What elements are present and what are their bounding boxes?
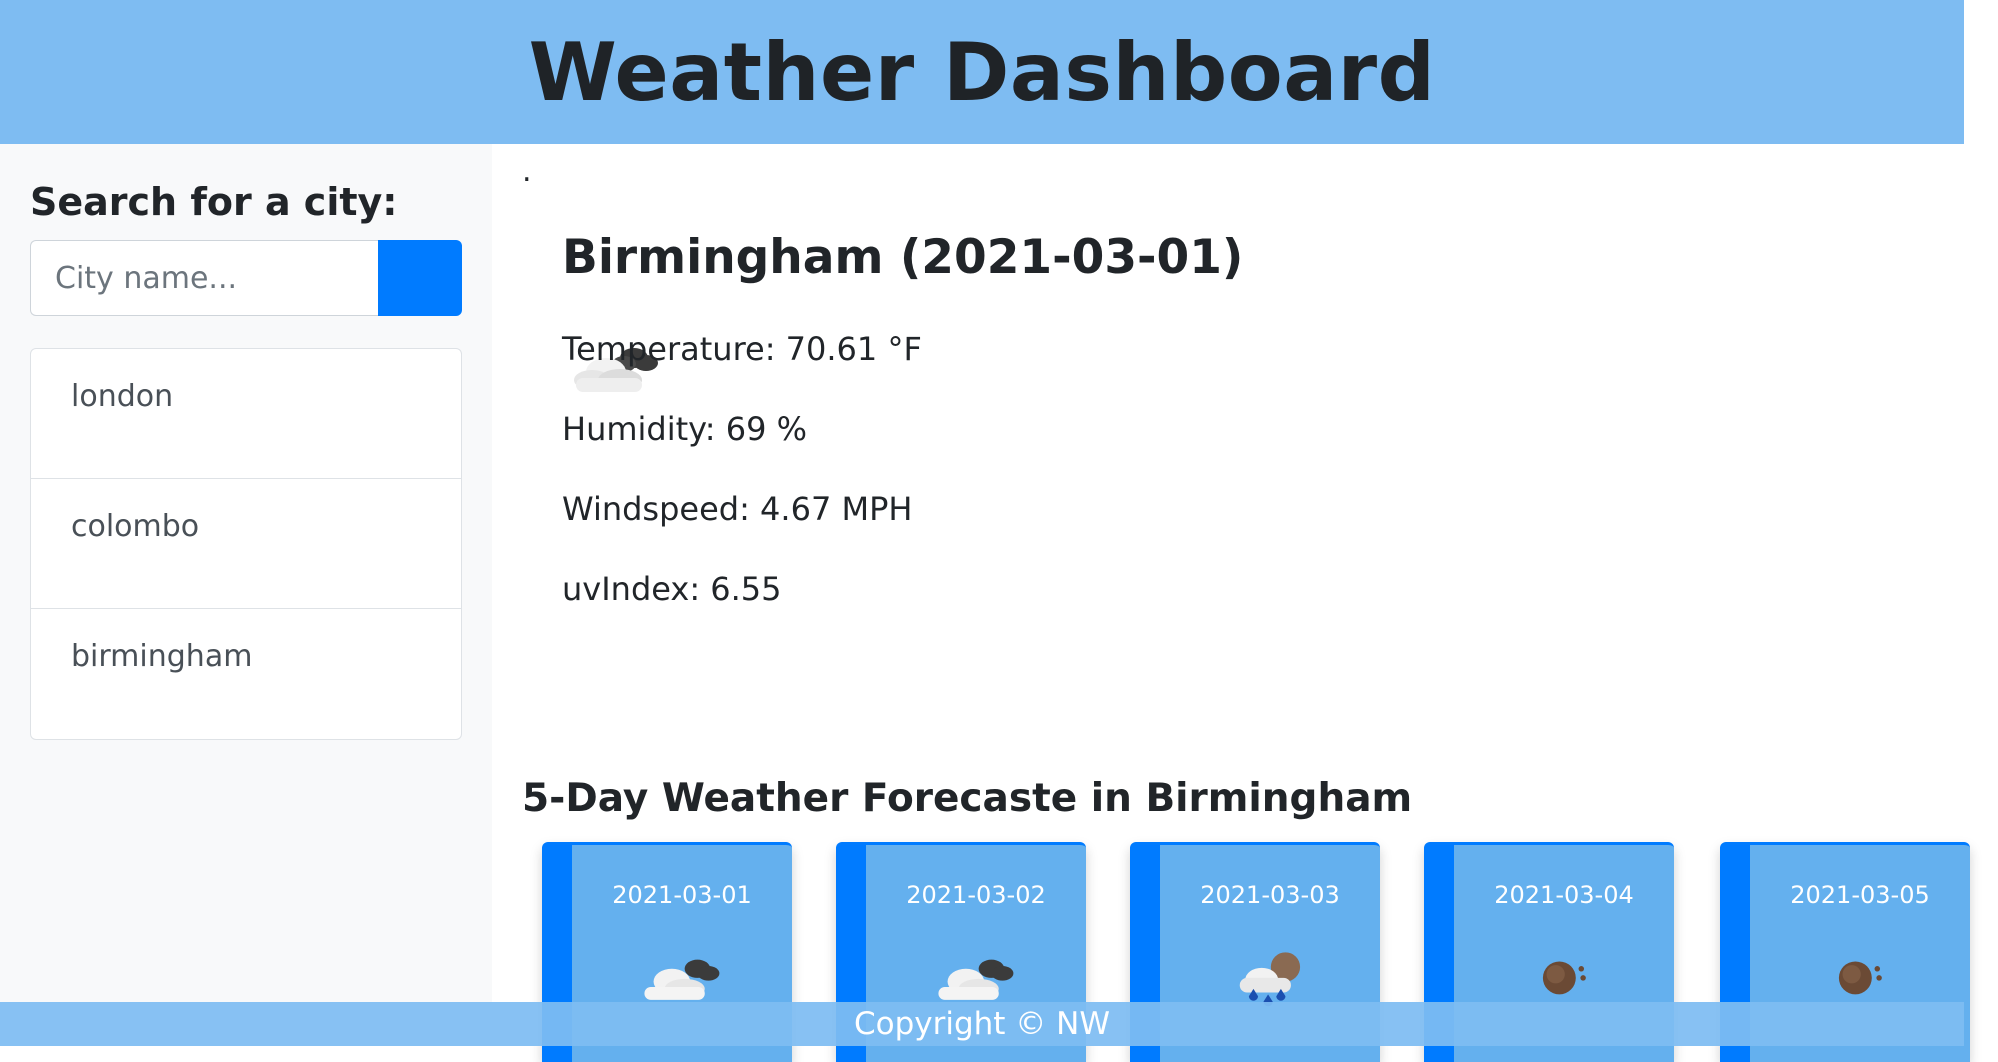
- page-title: Weather Dashboard: [528, 25, 1436, 119]
- copyright-text: Copyright © NW: [853, 1006, 1111, 1042]
- main-content: . Birmingham (2021-03-01) Temperature: 7…: [492, 144, 1970, 1062]
- forecast-date: 2021-03-01: [612, 881, 752, 909]
- city-item-london[interactable]: london: [31, 349, 461, 479]
- stray-dot: .: [522, 154, 532, 189]
- dust-icon: [1838, 961, 1882, 995]
- page-footer: Copyright © NW: [0, 1002, 1964, 1046]
- cloudy-icon: [644, 959, 720, 1000]
- search-history-list: london colombo birmingham: [30, 348, 462, 740]
- current-city-title: Birmingham (2021-03-01): [562, 230, 1244, 285]
- sidebar: Search for a city: london colombo birmin…: [0, 144, 492, 1046]
- dust-icon: [1542, 961, 1586, 995]
- page-header: Weather Dashboard: [0, 0, 1964, 144]
- forecast-date: 2021-03-05: [1790, 881, 1930, 909]
- humidity-text: Humidity: 69 %: [562, 410, 808, 448]
- uv-index-text: uvIndex: 6.55: [562, 570, 782, 608]
- city-item-birmingham[interactable]: birmingham: [31, 609, 461, 739]
- search-label: Search for a city:: [30, 180, 398, 224]
- forecast-date: 2021-03-03: [1200, 881, 1340, 909]
- windspeed-text: Windspeed: 4.67 MPH: [562, 490, 913, 528]
- forecast-title: 5-Day Weather Forecaste in Birmingham: [522, 776, 1413, 821]
- forecast-date: 2021-03-02: [906, 881, 1046, 909]
- city-item-colombo[interactable]: colombo: [31, 479, 461, 609]
- forecast-date: 2021-03-04: [1494, 881, 1634, 909]
- rain-icon: [1239, 952, 1301, 1007]
- search-input[interactable]: [30, 240, 378, 316]
- temperature-text: Temperature: 70.61 °F: [562, 330, 922, 368]
- search-button[interactable]: [378, 240, 462, 316]
- cloudy-icon: [938, 959, 1014, 1000]
